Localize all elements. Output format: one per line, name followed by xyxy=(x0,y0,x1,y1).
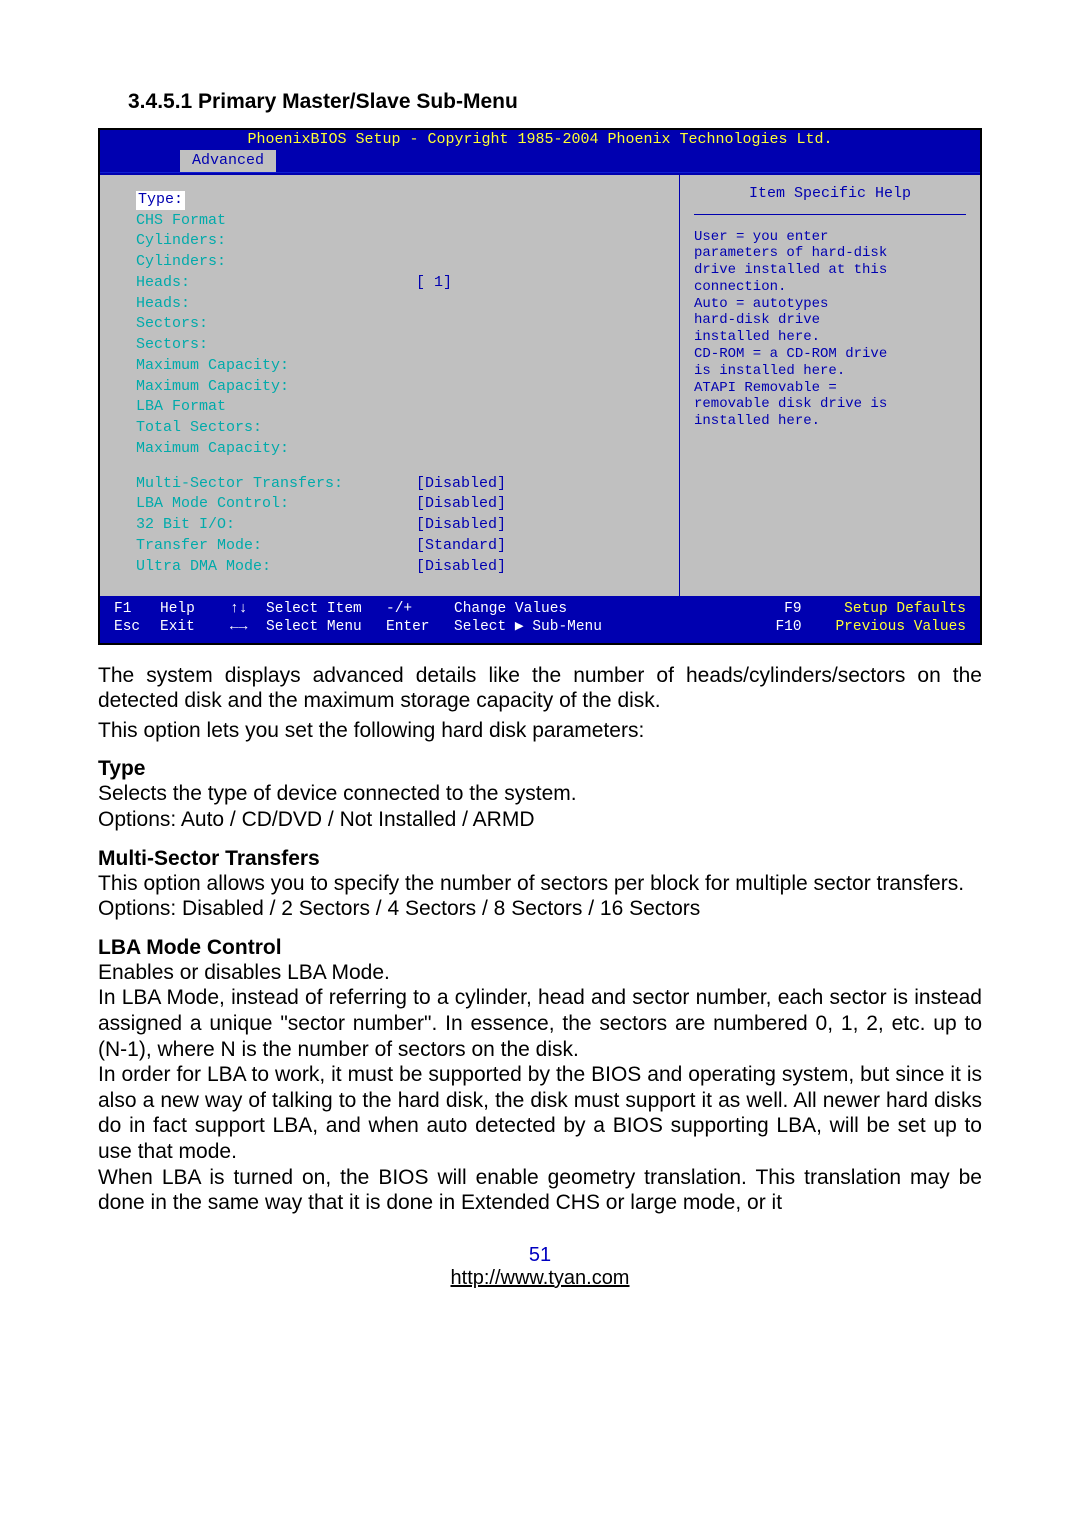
footer-label-help: Help xyxy=(160,600,230,618)
bios-field-label: Sectors: xyxy=(136,336,416,355)
paragraph: Selects the type of device connected to … xyxy=(98,781,982,807)
bios-field-label: Type: xyxy=(136,191,185,210)
bios-field-label: Sectors: xyxy=(136,315,416,334)
bios-footer: F1 Help ↑↓ Select Item -/+ Change Values… xyxy=(100,596,980,642)
bios-field-row[interactable]: 32 Bit I/O:[Disabled] xyxy=(136,516,669,535)
bios-field-row[interactable]: Total Sectors: xyxy=(136,419,669,438)
bios-field-label: Cylinders: xyxy=(136,232,416,251)
bios-field-row[interactable]: Heads:[ 1] xyxy=(136,274,669,293)
bios-field-row[interactable]: Sectors: xyxy=(136,315,669,334)
bios-screenshot: PhoenixBIOS Setup - Copyright 1985-2004 … xyxy=(98,128,982,645)
bios-field-row[interactable]: Maximum Capacity: xyxy=(136,378,669,397)
bios-field-row[interactable]: Cylinders: xyxy=(136,232,669,251)
paragraph: Enables or disables LBA Mode. xyxy=(98,960,982,986)
bios-field-row[interactable]: Maximum Capacity: xyxy=(136,357,669,376)
bios-field-label: Ultra DMA Mode: xyxy=(136,558,416,577)
bios-field-value: [Disabled] xyxy=(416,516,506,535)
section-heading: 3.4.5.1 Primary Master/Slave Sub-Menu xyxy=(128,90,982,114)
subheading-multisector: Multi-Sector Transfers xyxy=(98,847,982,871)
bios-field-value: [Disabled] xyxy=(416,558,506,577)
bios-field-label: LBA Mode Control: xyxy=(136,495,416,514)
bios-help-panel: Item Specific Help User = you enter para… xyxy=(680,175,980,597)
paragraph: When LBA is turned on, the BIOS will ena… xyxy=(98,1165,982,1216)
bios-main-panel: Type:CHS FormatCylinders:Cylinders:Heads… xyxy=(100,175,680,597)
page-url: http://www.tyan.com xyxy=(98,1267,982,1290)
bios-field-label: CHS Format xyxy=(136,212,416,231)
footer-key-f9: F9 xyxy=(784,600,844,618)
bios-field-label: Maximum Capacity: xyxy=(136,378,416,397)
bios-field-row[interactable]: Ultra DMA Mode:[Disabled] xyxy=(136,558,669,577)
paragraph: The system displays advanced details lik… xyxy=(98,663,982,714)
bios-field-row[interactable]: Cylinders: xyxy=(136,253,669,272)
footer-label-previous-values: Previous Values xyxy=(835,618,966,636)
footer-arrows-updown: ↑↓ xyxy=(230,600,266,618)
footer-key-plusminus: -/+ xyxy=(386,600,454,618)
bios-help-title: Item Specific Help xyxy=(694,185,966,215)
bios-field-row[interactable]: Sectors: xyxy=(136,336,669,355)
subheading-type: Type xyxy=(98,757,982,781)
paragraph: In LBA Mode, instead of referring to a c… xyxy=(98,985,982,1062)
bios-field-label: Total Sectors: xyxy=(136,419,416,438)
page-number: 51 xyxy=(98,1244,982,1267)
paragraph: Options: Disabled / 2 Sectors / 4 Sector… xyxy=(98,896,982,922)
bios-tab-row: Advanced xyxy=(100,150,980,172)
bios-field-label: LBA Format xyxy=(136,398,416,417)
bios-field-label: Maximum Capacity: xyxy=(136,357,416,376)
bios-field-label: 32 Bit I/O: xyxy=(136,516,416,535)
footer-label-select-submenu: Select ▶ Sub-Menu xyxy=(454,618,624,636)
subheading-lba: LBA Mode Control xyxy=(98,936,982,960)
bios-field-label: Maximum Capacity: xyxy=(136,440,416,459)
bios-field-label: Heads: xyxy=(136,295,416,314)
bios-field-row[interactable]: Heads: xyxy=(136,295,669,314)
bios-field-value: [Disabled] xyxy=(416,495,506,514)
bios-field-value: [Disabled] xyxy=(416,475,506,494)
bios-field-row[interactable]: Type: xyxy=(136,191,669,210)
bios-help-body: User = you enter parameters of hard-disk… xyxy=(694,229,966,431)
footer-label-select-menu: Select Menu xyxy=(266,618,386,636)
bios-field-value: [ 1] xyxy=(416,274,452,293)
bios-title: PhoenixBIOS Setup - Copyright 1985-2004 … xyxy=(100,130,980,150)
bios-field-label: Multi-Sector Transfers: xyxy=(136,475,416,494)
footer-key-f10: F10 xyxy=(775,618,835,636)
bios-field-label: Heads: xyxy=(136,274,416,293)
bios-field-value: [Standard] xyxy=(416,537,506,556)
footer-label-exit: Exit xyxy=(160,618,230,636)
bios-field-row[interactable]: CHS Format xyxy=(136,212,669,231)
paragraph: This option allows you to specify the nu… xyxy=(98,871,982,897)
bios-field-row[interactable]: LBA Format xyxy=(136,398,669,417)
footer-arrows-leftright: ←→ xyxy=(230,618,266,636)
bios-field-row[interactable]: Transfer Mode:[Standard] xyxy=(136,537,669,556)
bios-field-row[interactable]: Multi-Sector Transfers:[Disabled] xyxy=(136,475,669,494)
bios-tab-advanced[interactable]: Advanced xyxy=(180,150,276,172)
bios-field-row[interactable]: LBA Mode Control:[Disabled] xyxy=(136,495,669,514)
footer-label-select-item: Select Item xyxy=(266,600,386,618)
bios-field-label: Transfer Mode: xyxy=(136,537,416,556)
footer-key-esc: Esc xyxy=(114,618,160,636)
footer-label-setup-defaults: Setup Defaults xyxy=(844,600,966,618)
paragraph: This option lets you set the following h… xyxy=(98,718,982,744)
footer-key-enter: Enter xyxy=(386,618,454,636)
paragraph: Options: Auto / CD/DVD / Not Installed /… xyxy=(98,807,982,833)
footer-key-f1: F1 xyxy=(114,600,160,618)
footer-label-change-values: Change Values xyxy=(454,600,624,618)
bios-field-row[interactable]: Maximum Capacity: xyxy=(136,440,669,459)
paragraph: In order for LBA to work, it must be sup… xyxy=(98,1062,982,1164)
bios-field-label: Cylinders: xyxy=(136,253,416,272)
